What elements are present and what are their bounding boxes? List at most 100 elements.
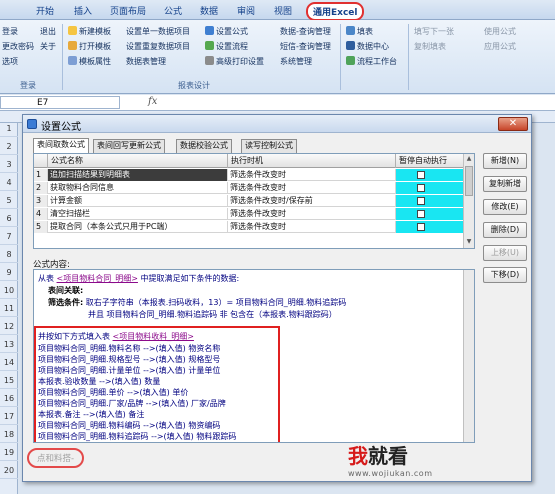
edit-button[interactable]: 修改(E): [483, 199, 527, 215]
advanced-print-button[interactable]: 高级打印设置: [205, 56, 264, 67]
row-number[interactable]: 4: [0, 178, 18, 187]
delete-button[interactable]: 删除(D): [483, 222, 527, 238]
scroll-thumb[interactable]: [465, 166, 473, 196]
formula-name-cell[interactable]: 计算金额: [48, 195, 228, 207]
ribbon-tab-insert[interactable]: 插入: [74, 4, 92, 17]
options-button[interactable]: 选项: [2, 56, 18, 67]
timing-cell[interactable]: 筛选条件改变时: [228, 221, 396, 233]
tab-cross-table-fetch[interactable]: 表间取数公式: [33, 138, 89, 153]
copy-new-button[interactable]: 复制新增: [483, 176, 527, 192]
row-number[interactable]: 15: [0, 376, 18, 385]
formula-content[interactable]: 从表 <项目物料合同_明细> 中提取满足如下条件的数据: 表间关联: 筛选条件:…: [33, 269, 475, 443]
formula-name-cell[interactable]: 追加扫描结果到明细表: [48, 169, 228, 181]
row-number[interactable]: 12: [0, 322, 18, 331]
pause-checkbox[interactable]: [417, 210, 425, 218]
ribbon-tab-general-excel[interactable]: 通用Excel: [306, 2, 365, 21]
row-divider: [0, 352, 18, 353]
ribbon-tab-bar: 开始 插入 页面布局 公式 数据 审阅 视图 通用Excel: [0, 0, 555, 21]
tab-data-validation[interactable]: 数据校验公式: [176, 139, 232, 153]
use-formula-button[interactable]: 使用公式: [484, 26, 516, 37]
formula-name-cell[interactable]: 清空扫描栏: [48, 208, 228, 220]
fill-next-button[interactable]: 填写下一张: [414, 26, 454, 37]
ribbon-tab-home[interactable]: 开始: [36, 4, 54, 17]
row-number[interactable]: 1: [0, 124, 18, 133]
row-number[interactable]: 18: [0, 430, 18, 439]
data-center-button[interactable]: 数据中心: [346, 41, 389, 52]
move-down-button[interactable]: 下移(D): [483, 267, 527, 283]
name-box[interactable]: E7: [0, 96, 120, 109]
timing-cell[interactable]: 筛选条件改变时: [228, 169, 396, 181]
data-query-manage-button[interactable]: 数据-查询管理: [280, 26, 331, 37]
system-manage-button[interactable]: 系统管理: [280, 56, 312, 67]
set-workflow-button[interactable]: 设置流程: [205, 41, 248, 52]
row-number[interactable]: 14: [0, 358, 18, 367]
set-formula-button[interactable]: 设置公式: [205, 26, 248, 37]
ribbon-tab-review[interactable]: 审阅: [237, 4, 255, 17]
tab-write-back[interactable]: 表间回写更新公式: [93, 139, 165, 153]
row-number[interactable]: 6: [0, 214, 18, 223]
ribbon-tab-data[interactable]: 数据: [200, 4, 218, 17]
formula-name-cell[interactable]: 获取物料合同信息: [48, 182, 228, 194]
timing-cell[interactable]: 筛选条件改变时/保存前: [228, 195, 396, 207]
grid-header-pause[interactable]: 暂停自动执行: [396, 154, 464, 168]
pause-checkbox[interactable]: [417, 184, 425, 192]
row-number[interactable]: 11: [0, 304, 18, 313]
ribbon-tab-view[interactable]: 视图: [274, 4, 292, 17]
logout-button[interactable]: 退出: [40, 26, 56, 37]
fill-form-button[interactable]: 填表: [346, 26, 373, 37]
row-number[interactable]: 2: [0, 142, 18, 151]
formula-name-cell[interactable]: 提取合同（本条公式只用于PC端）: [48, 221, 228, 233]
copy-fill-button[interactable]: 复制填表: [414, 41, 446, 52]
timing-cell[interactable]: 筛选条件改变时: [228, 208, 396, 220]
ribbon-tab-page-layout[interactable]: 页面布局: [110, 4, 146, 17]
content-scrollbar[interactable]: [463, 270, 474, 442]
new-template-button[interactable]: 新建模板: [68, 26, 111, 37]
row-number[interactable]: 16: [0, 394, 18, 403]
new-button[interactable]: 新增(N): [483, 153, 527, 169]
content-line-filter: 筛选条件: 取右子字符串（本报表.扫码收料，13）= 项目物料合同_明细.物料追…: [48, 298, 347, 307]
pause-checkbox[interactable]: [417, 171, 425, 179]
watermark: 我就看 www.wojiukan.com: [348, 440, 432, 478]
ribbon-tab-formulas[interactable]: 公式: [164, 4, 182, 17]
close-button[interactable]: ✕: [498, 117, 528, 131]
move-up-button[interactable]: 上移(U): [483, 245, 527, 261]
change-password-button[interactable]: 更改密码: [2, 41, 34, 52]
row-number[interactable]: 5: [0, 196, 18, 205]
repeat-data-item-button[interactable]: 设置重复数据项目: [126, 41, 190, 52]
single-data-item-button[interactable]: 设置单一数据项目: [126, 26, 190, 37]
table-row[interactable]: 4 清空扫描栏 筛选条件改变时: [34, 208, 464, 220]
tab-read-write-control[interactable]: 读写控制公式: [241, 139, 297, 153]
row-number[interactable]: 8: [0, 250, 18, 259]
scroll-down-icon[interactable]: ▼: [465, 238, 473, 246]
workflow-desk-button[interactable]: 流程工作台: [346, 56, 397, 67]
row-number[interactable]: 13: [0, 340, 18, 349]
template-properties-button[interactable]: 模板属性: [68, 56, 111, 67]
row-number[interactable]: 10: [0, 286, 18, 295]
pause-checkbox[interactable]: [417, 223, 425, 231]
table-row[interactable]: 3 计算金额 筛选条件改变时/保存前: [34, 195, 464, 207]
sms-query-manage-button[interactable]: 短信-查询管理: [280, 41, 331, 52]
login-button[interactable]: 登录: [2, 26, 18, 37]
row-divider: [0, 478, 18, 479]
row-number[interactable]: 20: [0, 466, 18, 475]
table-row[interactable]: 2 获取物料合同信息 筛选条件改变时: [34, 182, 464, 194]
row-number[interactable]: 19: [0, 448, 18, 457]
pause-checkbox[interactable]: [417, 197, 425, 205]
row-number[interactable]: 9: [0, 268, 18, 277]
grid-header-name[interactable]: 公式名称: [48, 154, 228, 168]
row-number[interactable]: 7: [0, 232, 18, 241]
scroll-up-icon[interactable]: ▲: [465, 155, 473, 163]
about-button[interactable]: 关于: [40, 41, 56, 52]
fx-icon[interactable]: fx: [148, 96, 157, 107]
datatable-manage-button[interactable]: 数据表管理: [126, 56, 166, 67]
grid-header-timing[interactable]: 执行时机: [228, 154, 396, 168]
timing-cell[interactable]: 筛选条件改变时: [228, 182, 396, 194]
printer-icon: [205, 56, 214, 65]
apply-formula-button[interactable]: 应用公式: [484, 41, 516, 52]
row-number[interactable]: 3: [0, 160, 18, 169]
table-row[interactable]: 5 提取合同（本条公式只用于PC端） 筛选条件改变时: [34, 221, 464, 233]
grid-scrollbar[interactable]: ▲ ▼: [463, 154, 474, 248]
row-number[interactable]: 17: [0, 412, 18, 421]
open-template-button[interactable]: 打开模板: [68, 41, 111, 52]
table-row[interactable]: 1 追加扫描结果到明细表 筛选条件改变时: [34, 169, 464, 181]
